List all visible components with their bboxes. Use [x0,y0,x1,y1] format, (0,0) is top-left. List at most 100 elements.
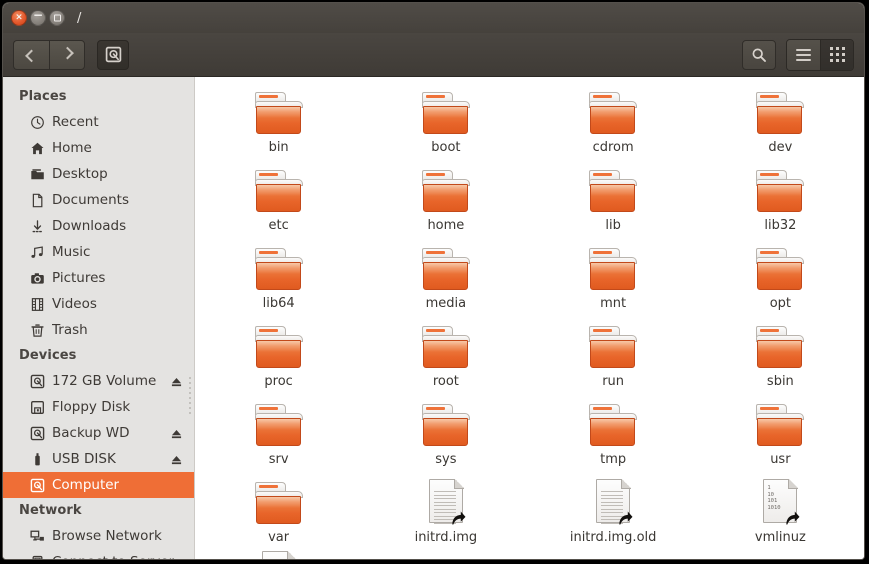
folder-icon [254,248,303,291]
folder-icon [254,482,303,525]
file-item-label: sys [435,452,457,467]
sidebar-item-computer[interactable]: Computer [3,472,194,498]
close-button[interactable]: × [11,10,27,26]
file-item-label: etc [268,218,289,233]
file-item[interactable]: initrd.img.old [530,477,697,553]
file-item[interactable]: opt [697,243,864,319]
music-icon [29,244,45,260]
file-item[interactable]: media [362,243,529,319]
file-item-label: proc [264,374,293,389]
file-item[interactable]: run [530,321,697,397]
file-item[interactable]: sbin [697,321,864,397]
file-item-label: usr [770,452,791,467]
file-item-icon [756,87,805,135]
file-item[interactable]: var [195,477,362,553]
file-item[interactable]: lib [530,165,697,241]
window-title: / [77,10,82,26]
eject-icon[interactable] [171,429,182,440]
file-item[interactable]: dev [697,87,864,163]
sidebar-item-recent[interactable]: Recent [3,109,194,135]
camera-icon [29,270,45,286]
document-symlink-icon [594,479,633,525]
eject-button[interactable] [171,376,182,387]
folder-icon [254,170,303,213]
file-item-icon [589,321,638,369]
eject-icon[interactable] [171,455,182,466]
folder-icon [254,92,303,135]
file-item-icon [254,87,303,135]
file-item-label: opt [769,296,792,311]
sidebar-item-label: Home [52,140,92,156]
grid-view-button[interactable] [820,39,853,70]
file-item[interactable]: mnt [530,243,697,319]
file-item[interactable]: 1 10 101 1010 vmlinuz [697,477,864,553]
back-button[interactable] [13,39,49,70]
eject-button[interactable] [171,454,182,465]
forward-button[interactable] [49,39,85,70]
sidebar-item-floppy-disk[interactable]: Floppy Disk [3,394,194,420]
file-item-label: home [427,218,465,233]
file-item[interactable] [195,551,362,559]
sidebar-item-label: USB DISK [52,451,116,467]
list-view-button[interactable] [787,39,820,70]
file-grid-area[interactable]: bin boot cdrom dev etc home lib lib32 li… [195,77,864,559]
file-item[interactable]: etc [195,165,362,241]
sidebar-item-home[interactable]: Home [3,135,194,161]
file-grid-partial-row [195,551,864,559]
file-item[interactable]: cdrom [530,87,697,163]
sidebar-item-videos[interactable]: Videos [3,291,194,317]
folder-icon [421,248,470,291]
file-manager-window: × − / Places Recent Home Desktop Documen… [3,3,864,559]
file-item-icon [254,321,303,369]
file-item-label: root [432,374,459,389]
sidebar-item-label: Videos [52,296,97,312]
home-icon [29,140,45,156]
file-item[interactable]: lib64 [195,243,362,319]
folder-icon [589,92,638,135]
file-item[interactable]: sys [362,399,529,475]
symlink-emblem-icon [786,511,800,525]
sidebar-item-desktop[interactable]: Desktop [3,161,194,187]
file-item[interactable]: home [362,165,529,241]
drive-icon [105,46,121,63]
sidebar-item-backup-wd[interactable]: Backup WD [3,420,194,446]
sidebar-item-browse-network[interactable]: Browse Network [3,523,194,549]
sidebar-item-connect-to-server[interactable]: Connect to Server [3,549,194,559]
file-item[interactable]: tmp [530,399,697,475]
sidebar-item-pictures[interactable]: Pictures [3,265,194,291]
file-item-label: mnt [600,296,627,311]
folder-icon [254,404,303,447]
eject-icon[interactable] [171,377,182,388]
minimize-button[interactable]: − [30,9,46,26]
sidebar-item-documents[interactable]: Documents [3,187,194,213]
view-switcher [786,38,854,71]
maximize-button[interactable] [49,10,65,26]
file-item[interactable]: srv [195,399,362,475]
file-item-label: media [425,296,467,311]
toolbar [3,33,864,77]
file-item[interactable]: usr [697,399,864,475]
file-item[interactable]: root [362,321,529,397]
sidebar-item-label: Desktop [52,166,108,182]
sidebar-item-172-gb-volume[interactable]: 172 GB Volume [3,368,194,394]
folder-icon [589,404,638,447]
file-item[interactable]: proc [195,321,362,397]
document-icon [29,192,45,208]
file-item[interactable]: lib32 [697,165,864,241]
file-item-icon [421,87,470,135]
file-item[interactable]: bin [195,87,362,163]
sidebar-item-usb-disk[interactable]: USB DISK [3,446,194,472]
location-button[interactable] [97,39,129,70]
file-item[interactable]: initrd.img [362,477,529,553]
file-item[interactable]: boot [362,87,529,163]
sidebar-item-music[interactable]: Music [3,239,194,265]
document-symlink-icon [260,551,298,559]
sidebar-item-label: Recent [52,114,99,130]
document-symlink-icon [427,479,466,525]
drive-icon [29,477,45,493]
eject-button[interactable] [171,428,182,439]
file-item-icon [589,165,638,213]
sidebar-item-trash[interactable]: Trash [3,317,194,343]
sidebar-item-downloads[interactable]: Downloads [3,213,194,239]
search-button[interactable] [742,39,776,70]
